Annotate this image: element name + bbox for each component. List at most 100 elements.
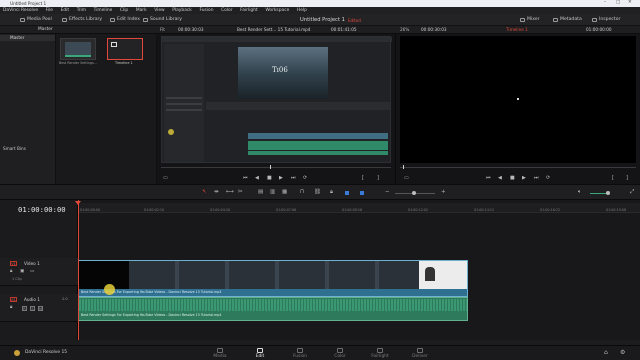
- position-lock-icon[interactable]: 🔒︎: [330, 189, 333, 196]
- page-deliver[interactable]: Deliver: [411, 348, 429, 359]
- record-stop-icon[interactable]: ■: [510, 176, 515, 181]
- source-in-point-icon[interactable]: [: [362, 176, 364, 181]
- source-play-reverse-icon[interactable]: ◀: [255, 176, 259, 181]
- menu-workspace[interactable]: Workspace: [265, 7, 289, 14]
- record-arm-button[interactable]: R: [22, 306, 27, 311]
- trim-tool-icon[interactable]: ⇹: [214, 189, 219, 196]
- mute-button[interactable]: M: [38, 306, 43, 311]
- fullscreen-icon[interactable]: ⤢: [630, 189, 634, 196]
- timeline-playhead[interactable]: [78, 200, 79, 340]
- page-color[interactable]: Color: [331, 348, 349, 359]
- close-window-button[interactable]: ✕: [628, 0, 632, 6]
- source-out-point-icon[interactable]: ]: [377, 176, 379, 181]
- timeline-name[interactable]: Timeline 1: [506, 27, 528, 32]
- source-zoom[interactable]: Fit: [160, 27, 165, 32]
- menu-mark[interactable]: Mark: [136, 7, 147, 14]
- menu-file[interactable]: File: [46, 7, 53, 14]
- settings-gear-icon[interactable]: ⚙: [620, 350, 625, 356]
- home-icon[interactable]: ⌂: [604, 350, 608, 356]
- minimize-button[interactable]: –: [604, 0, 606, 6]
- page-media[interactable]: Media: [211, 348, 229, 359]
- linked-selection-icon[interactable]: ⛓: [314, 189, 321, 196]
- source-skip-end-icon[interactable]: ⏭: [291, 176, 296, 181]
- speaker-icon[interactable]: 🔈︎: [578, 189, 581, 196]
- sound-library-button[interactable]: Sound Library: [143, 17, 182, 22]
- video-clip[interactable]: Best Render Settings For Exporting YouTu…: [78, 260, 468, 297]
- master-bin-row[interactable]: Master: [0, 35, 55, 41]
- page-fusion[interactable]: Fusion: [291, 348, 309, 359]
- source-playhead[interactable]: [270, 165, 271, 169]
- menu-edit[interactable]: Edit: [61, 7, 70, 14]
- metadata-button[interactable]: Metadata: [553, 17, 582, 22]
- record-in-point-icon[interactable]: [: [612, 176, 614, 181]
- selection-tool-icon[interactable]: ↖: [202, 189, 207, 196]
- zoom-slider-handle[interactable]: [412, 191, 416, 195]
- maximize-button[interactable]: □: [616, 0, 620, 6]
- snapping-icon[interactable]: ⊓: [300, 189, 304, 196]
- menu-playback[interactable]: Playback: [172, 7, 192, 14]
- solo-button[interactable]: S: [30, 306, 35, 311]
- audio-lock-icon[interactable]: 🔒︎: [10, 305, 12, 311]
- menu-clip[interactable]: Clip: [120, 7, 128, 14]
- record-skip-end-icon[interactable]: ⏭: [534, 176, 539, 181]
- menu-davinci[interactable]: DaVinci Resolve: [3, 7, 38, 14]
- menu-view[interactable]: View: [154, 7, 164, 14]
- menu-fairlight[interactable]: Fairlight: [240, 7, 258, 14]
- bin-name[interactable]: Master: [38, 27, 53, 32]
- timeline-playhead-marker[interactable]: [403, 165, 404, 169]
- source-scrub-bar[interactable]: [161, 167, 391, 168]
- video-track-name[interactable]: Video 1: [24, 261, 40, 266]
- source-clip-name[interactable]: Best Render Sett... 15 Tutorial.mp4: [237, 27, 310, 32]
- edit-index-button[interactable]: Edit Index: [110, 17, 140, 22]
- menu-trim[interactable]: Trim: [77, 7, 86, 14]
- media-clip-thumbnail[interactable]: [60, 38, 96, 60]
- marker-color-icon[interactable]: [360, 191, 364, 195]
- source-viewer[interactable]: Tı06 ▭ ⏮ ◀ ■ ▶ ⏭ ⟳ [ ]: [157, 34, 396, 184]
- inspector-button[interactable]: Inspector: [592, 17, 620, 22]
- volume-handle[interactable]: [606, 191, 610, 195]
- audio-track-name[interactable]: Audio 1: [24, 297, 40, 302]
- zoom-out-icon[interactable]: −: [385, 189, 390, 196]
- source-skip-start-icon[interactable]: ⏮: [243, 176, 248, 181]
- page-edit[interactable]: Edit: [251, 348, 269, 359]
- record-zoom[interactable]: 26%: [400, 27, 409, 32]
- source-stop-icon[interactable]: ■: [267, 176, 272, 181]
- playhead-handle-icon[interactable]: [75, 201, 81, 205]
- timeline-scrub-bar[interactable]: [400, 167, 636, 168]
- track-lock-icon[interactable]: 🔒︎: [10, 269, 12, 275]
- embedded-cursor-highlight: [168, 129, 174, 135]
- page-fairlight[interactable]: Fairlight: [371, 348, 389, 359]
- record-skip-start-icon[interactable]: ⏮: [486, 176, 491, 181]
- smart-bins-label[interactable]: Smart Bins: [3, 146, 26, 151]
- auto-select-icon[interactable]: ▣: [20, 269, 24, 275]
- record-out-point-icon[interactable]: ]: [626, 176, 628, 181]
- menu-help[interactable]: Help: [297, 7, 307, 14]
- timeline-viewer[interactable]: ▭ ⏮ ◀ ■ ▶ ⏭ ⟳ [ ]: [396, 34, 640, 184]
- menu-color[interactable]: Color: [221, 7, 232, 14]
- flag-color-icon[interactable]: [345, 191, 349, 195]
- media-pool-button[interactable]: Media Pool: [20, 17, 52, 22]
- record-loop-icon[interactable]: ⟳: [546, 176, 550, 181]
- source-play-icon[interactable]: ▶: [279, 176, 283, 181]
- timeline-viewer-mode-icon[interactable]: ▭: [404, 176, 409, 181]
- insert-clip-icon[interactable]: ▤: [258, 189, 263, 196]
- video-track-tag[interactable]: V1: [10, 261, 17, 266]
- record-play-icon[interactable]: ▶: [522, 176, 526, 181]
- dynamic-trim-icon[interactable]: ⟷: [226, 189, 234, 196]
- effects-library-button[interactable]: Effects Library: [62, 17, 102, 22]
- menu-timeline[interactable]: Timeline: [94, 7, 113, 14]
- audio-track-tag[interactable]: A1: [10, 297, 17, 302]
- zoom-in-icon[interactable]: +: [441, 189, 446, 196]
- audio-clip[interactable]: Best Render Settings For Exporting YouTu…: [78, 297, 468, 321]
- record-play-reverse-icon[interactable]: ◀: [498, 176, 502, 181]
- timeline-ruler[interactable]: 01:00:00:00 01:00:02:10 01:00:04:20 01:0…: [78, 203, 640, 213]
- replace-clip-icon[interactable]: ▦: [282, 189, 287, 196]
- track-visibility-icon[interactable]: ▭: [30, 269, 34, 275]
- blade-tool-icon[interactable]: ✂: [238, 189, 243, 196]
- timeline-thumbnail[interactable]: [107, 38, 143, 60]
- mixer-button[interactable]: Mixer: [520, 17, 540, 22]
- source-loop-icon[interactable]: ⟳: [303, 176, 307, 181]
- overwrite-clip-icon[interactable]: ▥: [270, 189, 275, 196]
- menu-fusion[interactable]: Fusion: [199, 7, 213, 14]
- source-viewer-mode-icon[interactable]: ▭: [163, 176, 168, 181]
